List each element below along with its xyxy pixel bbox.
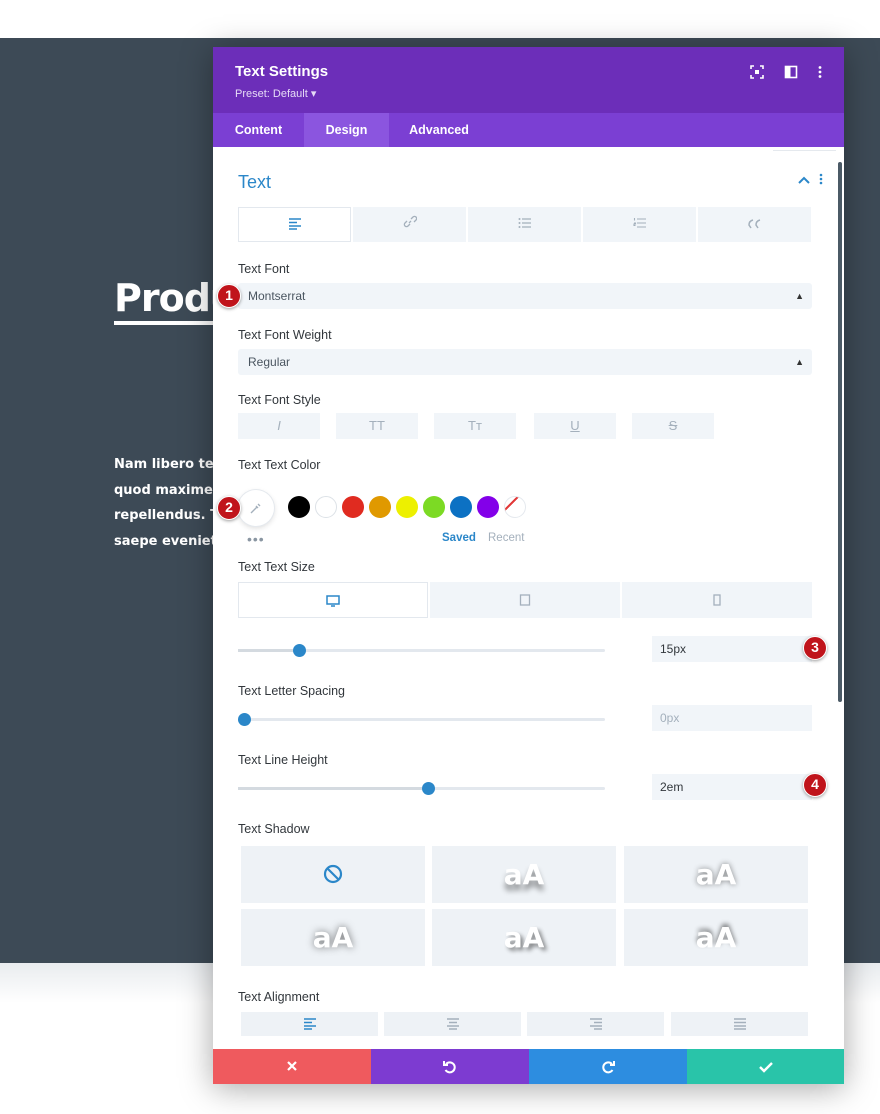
list-icon[interactable]: [468, 207, 581, 242]
letter-spacing-input[interactable]: 0px: [652, 705, 812, 731]
text-size-slider[interactable]: [238, 644, 605, 657]
text-subtabs: [238, 207, 812, 242]
tablet-icon[interactable]: [430, 582, 620, 618]
color-swatch-orange[interactable]: [369, 496, 391, 518]
select-arrow-icon: ▲: [795, 291, 804, 301]
checkmark-icon: [758, 1062, 773, 1073]
font-weight-label: Text Font Weight: [238, 328, 332, 342]
select-arrow-icon: ▲: [795, 357, 804, 367]
redo-icon: [602, 1061, 615, 1074]
color-swatch-yellow[interactable]: [396, 496, 418, 518]
desktop-icon[interactable]: [238, 582, 428, 618]
color-swatch-none[interactable]: [504, 496, 526, 518]
modal-scrollbar[interactable]: [838, 162, 842, 702]
annotation-marker-3: 3: [803, 636, 827, 660]
capitalize-button[interactable]: Tт: [434, 413, 516, 439]
uppercase-button[interactable]: TT: [336, 413, 418, 439]
preset-dropdown[interactable]: Preset: Default ▾: [235, 87, 316, 100]
slider-handle[interactable]: [238, 713, 251, 726]
color-swatch-black[interactable]: [288, 496, 310, 518]
italic-button[interactable]: I: [238, 413, 320, 439]
slider-fill: [238, 649, 294, 652]
saved-colors-tab[interactable]: Saved: [442, 532, 476, 544]
strikethrough-button[interactable]: S: [632, 413, 714, 439]
shadow-option-5[interactable]: aA: [624, 909, 808, 966]
fullscreen-icon[interactable]: [749, 65, 765, 81]
link-icon[interactable]: [353, 207, 466, 242]
font-weight-select[interactable]: Regular ▲: [238, 349, 812, 375]
settings-content: Text Text Font Montserrat ▲ Text Font We…: [213, 147, 844, 1049]
section-title[interactable]: Text: [238, 172, 271, 193]
no-shadow-icon: [323, 864, 343, 884]
shadow-option-2[interactable]: aA: [624, 846, 808, 903]
shadow-option-3[interactable]: aA: [241, 909, 425, 966]
modal-title: Text Settings: [235, 63, 329, 80]
undo-icon: [443, 1061, 456, 1074]
shadow-option-4[interactable]: aA: [432, 909, 616, 966]
line-height-label: Text Line Height: [238, 753, 328, 767]
tab-advanced[interactable]: Advanced: [389, 113, 489, 147]
text-settings-modal: Text Settings Preset: Default ▾ Content …: [213, 47, 844, 1084]
color-swatch-red[interactable]: [342, 496, 364, 518]
font-weight-value: Regular: [248, 355, 291, 369]
line-height-slider[interactable]: [238, 782, 605, 795]
split-view-icon[interactable]: [783, 65, 799, 81]
text-size-label: Text Text Size: [238, 560, 315, 574]
letter-spacing-label: Text Letter Spacing: [238, 684, 346, 698]
ordered-list-icon[interactable]: [583, 207, 696, 242]
modal-header: Text Settings Preset: Default ▾: [213, 47, 844, 113]
eyedropper-icon[interactable]: [238, 490, 274, 526]
color-swatch-green[interactable]: [423, 496, 445, 518]
text-font-value: Montserrat: [248, 289, 306, 303]
color-swatch-blue[interactable]: [450, 496, 472, 518]
section-more-icon[interactable]: [819, 173, 823, 188]
text-font-select[interactable]: Montserrat ▲: [238, 283, 812, 309]
redo-button[interactable]: [529, 1049, 687, 1084]
shadow-option-1[interactable]: aA: [432, 846, 616, 903]
align-justify-button[interactable]: [671, 1012, 808, 1036]
shadow-none-option[interactable]: [241, 846, 425, 903]
text-shadow-label: Text Shadow: [238, 822, 310, 836]
save-button[interactable]: [687, 1049, 844, 1084]
top-divider: [773, 147, 836, 151]
tab-design[interactable]: Design: [304, 113, 389, 147]
close-icon: [287, 1061, 297, 1071]
font-style-label: Text Font Style: [238, 393, 321, 407]
chevron-up-icon[interactable]: [798, 174, 810, 188]
align-right-button[interactable]: [527, 1012, 664, 1036]
slider-handle[interactable]: [421, 782, 435, 795]
modal-footer: [213, 1049, 844, 1084]
quote-icon[interactable]: [698, 207, 811, 242]
line-height-input[interactable]: 2em: [652, 774, 812, 800]
recent-colors-tab[interactable]: Recent: [488, 532, 524, 544]
hero-underline: [114, 321, 224, 325]
more-colors-icon[interactable]: •••: [247, 531, 265, 547]
annotation-marker-4: 4: [803, 773, 827, 797]
text-alignment-label: Text Alignment: [238, 990, 320, 1004]
tab-content[interactable]: Content: [213, 113, 304, 147]
underline-button[interactable]: U: [534, 413, 616, 439]
align-left-icon[interactable]: [238, 207, 351, 242]
color-swatch-white[interactable]: [315, 496, 337, 518]
undo-button[interactable]: [371, 1049, 529, 1084]
text-font-label: Text Font: [238, 262, 290, 276]
cancel-button[interactable]: [213, 1049, 371, 1084]
annotation-marker-1: 1: [217, 284, 241, 308]
color-swatch-purple[interactable]: [477, 496, 499, 518]
settings-tabs: Content Design Advanced: [213, 113, 844, 147]
align-left-button[interactable]: [241, 1012, 378, 1036]
phone-icon[interactable]: [622, 582, 812, 618]
more-options-icon[interactable]: [812, 65, 828, 81]
annotation-marker-2: 2: [217, 496, 241, 520]
slider-fill: [238, 787, 422, 790]
slider-handle[interactable]: [293, 644, 307, 657]
text-size-input[interactable]: 15px: [652, 636, 812, 662]
align-center-button[interactable]: [384, 1012, 521, 1036]
text-color-label: Text Text Color: [238, 458, 321, 472]
letter-spacing-slider[interactable]: [238, 713, 605, 726]
